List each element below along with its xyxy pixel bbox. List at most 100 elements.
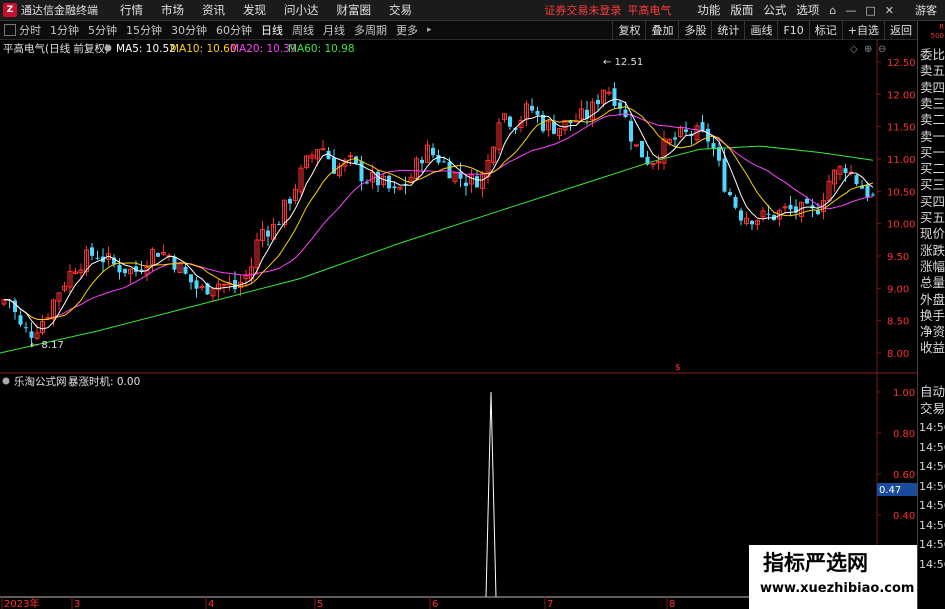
quote-field-label: 买四 [920,193,945,209]
period-60min[interactable]: 60分钟 [216,22,252,38]
app-logo-icon: Z [3,3,17,17]
candle-down [750,220,754,225]
candle-down [194,280,199,289]
menu-wealth-circle[interactable]: 财富圈 [337,2,372,18]
candle-down [640,141,644,158]
settings-dot-icon[interactable] [104,44,112,52]
home-icon[interactable]: ⌂ [829,4,836,17]
low-price-label: ← 8.17 [30,340,64,351]
candle-down [733,197,738,208]
indicator-label: 暴涨时机: 0.00 [68,375,140,388]
period-weekly[interactable]: 周线 [292,22,314,38]
menu-news[interactable]: 资讯 [202,2,225,18]
period-15min[interactable]: 15分钟 [126,22,162,38]
candle-down [816,210,820,215]
menu-options[interactable]: 选项 [796,2,819,18]
period-more[interactable]: 更多 [396,22,418,38]
period-30min[interactable]: 30分钟 [171,22,207,38]
menu-ask-xiaoda[interactable]: 问小达 [284,2,319,18]
menu-trade[interactable]: 交易 [389,2,412,18]
draw-line-button[interactable]: 画线 [744,20,777,40]
period-multi[interactable]: 多周期 [354,22,387,38]
overlay-button[interactable]: 叠加 [645,20,678,40]
menu-quotes[interactable]: 行情 [120,2,143,18]
candle-down [392,186,397,189]
candle-down [854,175,859,185]
price-tick-label: 8.50 [887,317,909,328]
zoom-in-icon[interactable]: ⊕ [864,44,872,55]
period-1min[interactable]: 1分钟 [50,22,79,38]
quote-field-label: 收益 [920,340,945,356]
date-tick-label: 2023年 [4,597,39,609]
candle-down [464,182,468,186]
back-button[interactable]: 返回 [884,20,917,40]
candle-down [728,192,732,196]
quote-field-label: 涨跌 [920,242,945,258]
menu-formula[interactable]: 公式 [763,2,786,18]
menu-discover[interactable]: 发现 [243,2,266,18]
candle-down [706,128,710,142]
chart-area[interactable]: 平高电气(日线 前复权) MA5: 10.52 MA10: 10.60 MA20… [0,40,917,609]
ma5-label: MA5: 10.52 [116,43,176,55]
quote-field-label: 外盘 [920,291,945,307]
login-notice[interactable]: 证券交易未登录 [544,2,621,18]
period-monthly[interactable]: 月线 [323,22,345,38]
candle-down [475,176,479,188]
zoom-out-icon[interactable]: ⊖ [878,44,886,55]
trade-time: 14:56 [919,499,945,512]
settings-dot-icon[interactable] [2,377,10,385]
close-icon[interactable]: ✕ [885,4,894,17]
quote-field-label: 换手 [920,307,945,323]
candle-down [95,257,100,259]
diamond-icon[interactable]: ◇ [850,44,858,55]
candlesticks [1,82,875,348]
indicator-tick-label: 1.00 [893,388,915,399]
quote-field-label: 卖二 [920,112,945,128]
add-watchlist-button[interactable]: +自选 [841,20,884,40]
stock-label: 平高电气(日线 前复权) [3,42,109,55]
candle-down [436,154,441,163]
candle-down [18,315,23,325]
minimize-icon[interactable]: — [845,4,856,17]
formula-name: 乐淘公式网 [14,375,67,388]
ma60-line [0,145,874,354]
statistics-button[interactable]: 统计 [711,20,744,40]
candle-up [348,155,353,158]
f10-button[interactable]: F10 [777,20,808,40]
maximize-icon[interactable]: □ [865,4,875,17]
period-intraday[interactable]: 分时 [19,22,41,38]
candle-down [24,327,28,329]
dividend-marker-icon: $ [675,363,681,373]
guest-label[interactable]: 游客 [915,2,937,18]
price-tick-label: 12.50 [887,58,916,69]
multi-stock-button[interactable]: 多股 [678,20,711,40]
ma10-label: MA10: 10.60 [170,43,237,55]
menu-layout[interactable]: 版面 [730,2,753,18]
candle-down [376,171,380,186]
candle-down [123,268,127,274]
current-value-label: 0.47 [879,485,901,496]
panel-toggle-icon[interactable] [4,24,16,36]
trade-time: 14:56 [919,440,945,454]
price-tick-label: 10.00 [887,220,916,231]
chevron-right-icon[interactable]: ▸ [427,25,432,35]
trade-time: 14:56 [919,479,945,493]
indicator-axis: 1.000.800.600.400.20 [877,388,915,563]
menu-function[interactable]: 功能 [697,2,720,18]
watermark-title: 指标严选网 [763,551,868,575]
period-daily[interactable]: 日线 [261,22,283,38]
candle-down [673,137,677,140]
trade-time: 14:56 [919,557,945,571]
ma60-label: MA60: 10.98 [288,43,355,55]
period-5min[interactable]: 5分钟 [88,22,117,38]
quote-field-label: 总量 [920,275,945,291]
candle-down [183,266,188,274]
watermark: 指标严选网 www.xuezhibiao.com [749,545,917,609]
menu-market[interactable]: 市场 [161,2,184,18]
adjust-button[interactable]: 复权 [612,20,645,40]
candle-down [612,88,617,106]
mark-button[interactable]: 标记 [808,20,842,40]
quote-field-label: 买三 [920,177,945,193]
kline-chart[interactable]: 平高电气(日线 前复权) MA5: 10.52 MA10: 10.60 MA20… [0,40,917,609]
quote-field-label: 自动 [920,384,945,399]
